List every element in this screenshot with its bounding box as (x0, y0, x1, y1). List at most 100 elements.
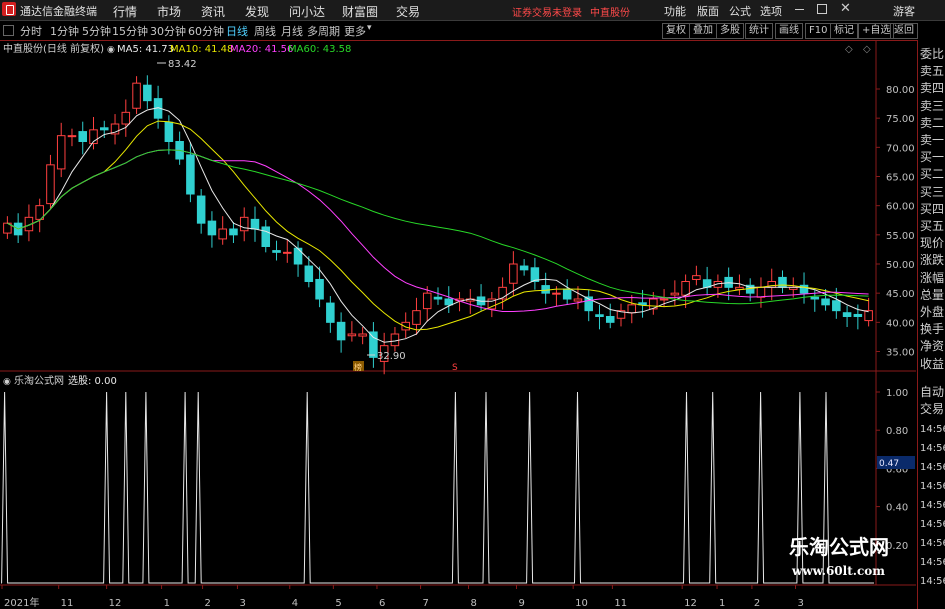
sidebar-trade-label[interactable]: 自动 (920, 383, 944, 400)
menu-formula[interactable]: 公式 (729, 3, 751, 19)
mark-button[interactable]: 标记 (830, 23, 858, 39)
candle-body (412, 310, 421, 325)
time-tick-label: 1 (719, 598, 725, 609)
candle-body (121, 111, 131, 125)
panel-toggle-icon[interactable] (3, 25, 14, 36)
price-chart[interactable]: 80.00 75.00 70.00 65.00 60.00 55.00 50.00 45.00… (0, 40, 916, 609)
current-value-label: 0.47 (879, 459, 899, 469)
sub-panel-value: 选股: 0.00 (68, 374, 117, 387)
candle-body (853, 313, 863, 318)
maximize-icon[interactable] (817, 4, 827, 14)
sidebar-quote-label: 买二 (920, 167, 945, 182)
tab-60min[interactable]: 60分钟 (188, 23, 224, 39)
sidebar-quote-label: 收益 (920, 356, 945, 371)
add-watchlist-button[interactable]: +自选 (858, 23, 895, 39)
sidebar-quote-label: 卖四 (920, 81, 945, 96)
user-label[interactable]: 游客 (893, 3, 915, 19)
candle-body (283, 251, 292, 254)
candle-body (261, 226, 271, 247)
candle-body (562, 288, 572, 300)
tab-5min[interactable]: 5分钟 (82, 23, 111, 39)
time-tick-label: 6 (379, 598, 385, 609)
menu-ask[interactable]: 问小达 (289, 3, 325, 20)
sidebar-quote-label: 涨幅 (920, 270, 945, 285)
time-tick-label: 10 (575, 598, 588, 609)
menu-market[interactable]: 市场 (157, 3, 181, 20)
tab-30min[interactable]: 30分钟 (150, 23, 186, 39)
candle-body (132, 82, 141, 109)
price-tick-label: 70.00 (886, 143, 915, 154)
ma-settings-icon[interactable]: ◉ (107, 45, 115, 55)
tab-weekly[interactable]: 周线 (254, 23, 276, 39)
tab-15min[interactable]: 15分钟 (112, 23, 148, 39)
tab-monthly[interactable]: 月线 (281, 23, 303, 39)
price-tick-label: 45.00 (886, 289, 915, 300)
adjust-button[interactable]: 复权 (662, 23, 690, 39)
high-label: 83.42 (168, 59, 197, 70)
sidebar-quote-label: 买三 (920, 184, 945, 199)
multi-stock-button[interactable]: 多股 (716, 23, 744, 39)
candle-body (659, 298, 669, 301)
tab-daily[interactable]: 日线 (226, 23, 248, 39)
candle-body (605, 316, 615, 323)
candle-body (250, 218, 260, 230)
ma10-label: MA10: 41.48 (170, 44, 233, 55)
menu-wealth[interactable]: 财富圈 (342, 3, 378, 20)
sidebar-quote-label: 卖二 (920, 115, 945, 130)
f10-button[interactable]: F10 (805, 23, 832, 39)
candle-body (358, 333, 367, 337)
candle-body (67, 135, 77, 138)
minimize-icon[interactable] (795, 9, 804, 10)
stats-button[interactable]: 统计 (745, 23, 773, 39)
overlay-button[interactable]: 叠加 (689, 23, 717, 39)
price-tick-label: 80.00 (886, 85, 915, 96)
title-bar: 通达信金融终端 行情 市场 资讯 发现 问小达 财富圈 交易 证券交易未登录 中… (0, 0, 945, 21)
candle-body (164, 121, 174, 142)
sidebar-trade-label[interactable]: 交易 (920, 400, 944, 417)
candle-body (272, 250, 281, 253)
rank-marker[interactable]: 榜 (354, 362, 362, 372)
indicator-settings-icon[interactable]: ◉ (3, 377, 11, 387)
sidebar-quote-label: 涨跌 (920, 253, 945, 268)
signal-line (1, 391, 874, 584)
app-logo-icon (2, 2, 16, 16)
more-chevron-icon[interactable]: ▾ (367, 23, 372, 33)
menu-discover[interactable]: 发现 (245, 3, 269, 20)
diamond-icon[interactable]: ◇ (845, 44, 853, 55)
candle-body (293, 247, 303, 265)
menu-functions[interactable]: 功能 (664, 3, 686, 19)
menu-news[interactable]: 资讯 (201, 3, 225, 20)
price-tick-label: 65.00 (886, 173, 915, 184)
tab-1min[interactable]: 1分钟 (50, 23, 79, 39)
sidebar-time: 14:56 (920, 576, 945, 587)
candle-body (315, 278, 324, 300)
back-button[interactable]: 返回 (890, 23, 918, 39)
price-tick-label: 55.00 (886, 231, 915, 242)
tab-more[interactable]: 更多 (344, 23, 366, 39)
menu-layout[interactable]: 版面 (697, 3, 719, 19)
draw-button[interactable]: 画线 (775, 23, 803, 39)
main-panel-title: 中直股份(日线 前复权) (3, 42, 104, 55)
close-icon[interactable]: ✕ (840, 1, 851, 16)
diamond-icon[interactable]: ◇ (863, 44, 871, 55)
sell-marker[interactable]: S (452, 363, 458, 373)
menu-trade[interactable]: 交易 (396, 3, 420, 20)
sidebar-time: 14:56 (920, 519, 945, 530)
menu-options[interactable]: 选项 (760, 3, 782, 19)
candle-body (239, 216, 249, 232)
candle-body (304, 265, 314, 283)
candle-body (186, 154, 195, 195)
toolbar: 分时 1分钟 5分钟 15分钟 30分钟 60分钟 日线 周线 月线 多周期 更… (0, 21, 945, 41)
time-tick-label: 2021年 (4, 596, 39, 609)
sidebar-quote-label: 卖五 (920, 64, 945, 79)
menu-quotes[interactable]: 行情 (113, 3, 137, 20)
current-stock: 中直股份 (590, 8, 630, 19)
candle-body (627, 304, 637, 314)
tab-multi-period[interactable]: 多周期 (307, 23, 340, 39)
candlestick-series (3, 75, 873, 375)
candle-body (541, 285, 550, 294)
login-notice[interactable]: 证券交易未登录 (512, 4, 582, 19)
time-tick-label: 5 (335, 598, 341, 609)
tab-timeshare[interactable]: 分时 (20, 23, 42, 39)
time-tick-label: 4 (292, 598, 298, 609)
